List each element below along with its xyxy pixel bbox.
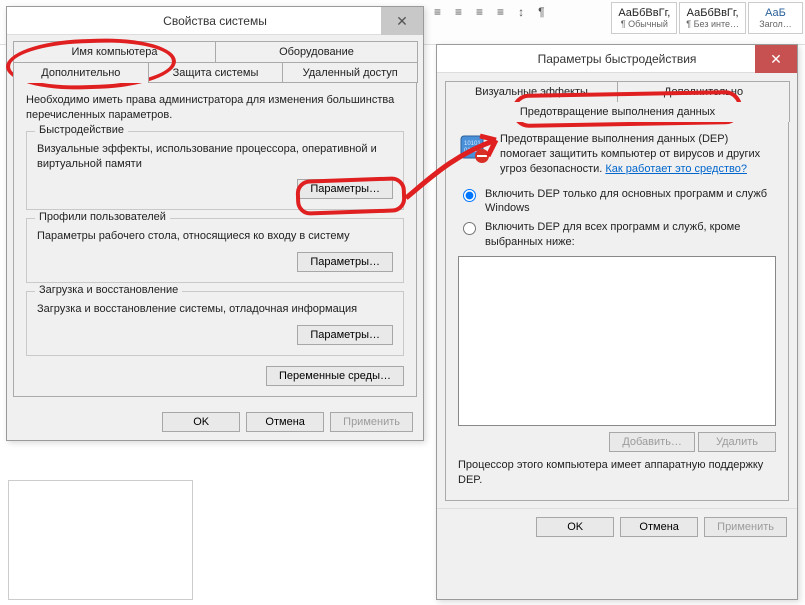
tab-system-protection[interactable]: Защита системы bbox=[148, 62, 284, 83]
group-desc: Визуальные эффекты, использование процес… bbox=[37, 142, 393, 172]
titlebar[interactable]: Свойства системы ✕ bbox=[7, 7, 423, 35]
tabs-row1: Имя компьютера Оборудование bbox=[13, 41, 417, 62]
style-sample: АаБбВвГг, bbox=[686, 7, 739, 19]
tab-remote[interactable]: Удаленный доступ bbox=[282, 62, 418, 83]
tab-label: Визуальные эффекты bbox=[475, 86, 588, 98]
performance-options-window: Параметры быстродействия ✕ Визуальные эф… bbox=[436, 44, 798, 600]
tab-advanced[interactable]: Дополнительно bbox=[617, 81, 790, 102]
tab-label: Защита системы bbox=[173, 67, 259, 79]
group-caption: Профили пользователей bbox=[35, 211, 170, 223]
tab-label: Имя компьютера bbox=[71, 46, 157, 58]
group-caption: Быстродействие bbox=[35, 124, 128, 136]
radio-input[interactable] bbox=[463, 189, 476, 202]
titlebar[interactable]: Параметры быстродействия ✕ bbox=[437, 45, 797, 73]
group-performance: Быстродействие Визуальные эффекты, испол… bbox=[26, 131, 404, 211]
delete-button[interactable]: Удалить bbox=[698, 432, 776, 452]
tab-panel-advanced: Необходимо иметь права администратора дл… bbox=[13, 82, 417, 397]
close-icon: ✕ bbox=[770, 51, 782, 68]
dep-help-link[interactable]: Как работает это средство? bbox=[605, 163, 747, 175]
paragraph-icons: ≡≡≡≡↕¶ bbox=[430, 3, 549, 21]
style-normal[interactable]: АаБбВвГг, ¶ Обычный bbox=[611, 2, 677, 34]
intro-text: Необходимо иметь права администратора дл… bbox=[26, 93, 404, 123]
close-icon: ✕ bbox=[396, 13, 408, 30]
window-title: Свойства системы bbox=[163, 14, 267, 28]
group-startup-recovery: Загрузка и восстановление Загрузка и вос… bbox=[26, 291, 404, 356]
group-desc: Загрузка и восстановление системы, отлад… bbox=[37, 302, 393, 317]
tab-dep[interactable]: Предотвращение выполнения данных bbox=[445, 102, 790, 122]
style-sample: АаБ bbox=[755, 7, 796, 19]
document-page bbox=[8, 480, 193, 600]
radio-input[interactable] bbox=[463, 222, 476, 235]
group-caption: Загрузка и восстановление bbox=[35, 284, 182, 296]
radio-label: Включить DEP только для основных програм… bbox=[485, 187, 776, 217]
startup-settings-button[interactable]: Параметры… bbox=[297, 325, 393, 345]
tab-label: Дополнительно bbox=[664, 86, 743, 98]
window-title: Параметры быстродействия bbox=[538, 52, 697, 66]
tabs-row2: Предотвращение выполнения данных bbox=[445, 102, 789, 122]
radio-label: Включить DEP для всех программ и служб, … bbox=[485, 220, 776, 250]
add-button[interactable]: Добавить… bbox=[609, 432, 695, 452]
tab-hardware[interactable]: Оборудование bbox=[215, 41, 418, 62]
dep-exception-list[interactable] bbox=[458, 256, 776, 426]
tab-visual-effects[interactable]: Визуальные эффекты bbox=[445, 81, 618, 102]
style-name: Загол… bbox=[755, 19, 796, 29]
dep-panel: 10101 01010 Предотвращение выполнения да… bbox=[445, 121, 789, 501]
tab-advanced[interactable]: Дополнительно bbox=[13, 62, 149, 83]
tabs-row2: Дополнительно Защита системы Удаленный д… bbox=[13, 62, 417, 83]
radio-dep-all[interactable]: Включить DEP для всех программ и служб, … bbox=[458, 220, 776, 250]
style-heading[interactable]: АаБ Загол… bbox=[748, 2, 803, 34]
ok-button[interactable]: OK bbox=[536, 517, 614, 537]
style-name: ¶ Без инте… bbox=[686, 19, 739, 29]
dep-shield-icon: 10101 01010 bbox=[458, 132, 490, 164]
group-user-profiles: Профили пользователей Параметры рабочего… bbox=[26, 218, 404, 283]
apply-button[interactable]: Применить bbox=[704, 517, 787, 537]
tab-label: Оборудование bbox=[279, 46, 354, 58]
tab-computer-name[interactable]: Имя компьютера bbox=[13, 41, 216, 62]
tab-label: Предотвращение выполнения данных bbox=[520, 106, 715, 118]
cancel-button[interactable]: Отмена bbox=[246, 412, 324, 432]
radio-dep-essential[interactable]: Включить DEP только для основных програм… bbox=[458, 187, 776, 217]
profiles-settings-button[interactable]: Параметры… bbox=[297, 252, 393, 272]
close-button[interactable]: ✕ bbox=[755, 45, 797, 73]
dialog-buttons: OK Отмена Применить bbox=[7, 404, 423, 440]
performance-settings-button[interactable]: Параметры… bbox=[297, 179, 393, 199]
svg-text:10101: 10101 bbox=[464, 141, 481, 147]
tab-label: Дополнительно bbox=[41, 67, 120, 79]
word-styles: АаБбВвГг, ¶ Обычный АаБбВвГг, ¶ Без инте… bbox=[611, 2, 803, 34]
group-desc: Параметры рабочего стола, относящиеся ко… bbox=[37, 229, 393, 244]
cancel-button[interactable]: Отмена bbox=[620, 517, 698, 537]
style-sample: АаБбВвГг, bbox=[618, 7, 670, 19]
style-nospacing[interactable]: АаБбВвГг, ¶ Без инте… bbox=[679, 2, 746, 34]
dialog-buttons: OK Отмена Применить bbox=[437, 508, 797, 545]
tab-label: Удаленный доступ bbox=[303, 67, 398, 79]
close-button[interactable]: ✕ bbox=[381, 7, 423, 35]
dep-description: Предотвращение выполнения данных (DEP) п… bbox=[500, 132, 776, 177]
ok-button[interactable]: OK bbox=[162, 412, 240, 432]
system-properties-window: Свойства системы ✕ Имя компьютера Оборуд… bbox=[6, 6, 424, 441]
environment-variables-button[interactable]: Переменные среды… bbox=[266, 366, 404, 386]
dep-hw-note: Процессор этого компьютера имеет аппарат… bbox=[458, 458, 776, 488]
style-name: ¶ Обычный bbox=[618, 19, 670, 29]
apply-button[interactable]: Применить bbox=[330, 412, 413, 432]
tabs-row1: Визуальные эффекты Дополнительно bbox=[445, 81, 789, 102]
